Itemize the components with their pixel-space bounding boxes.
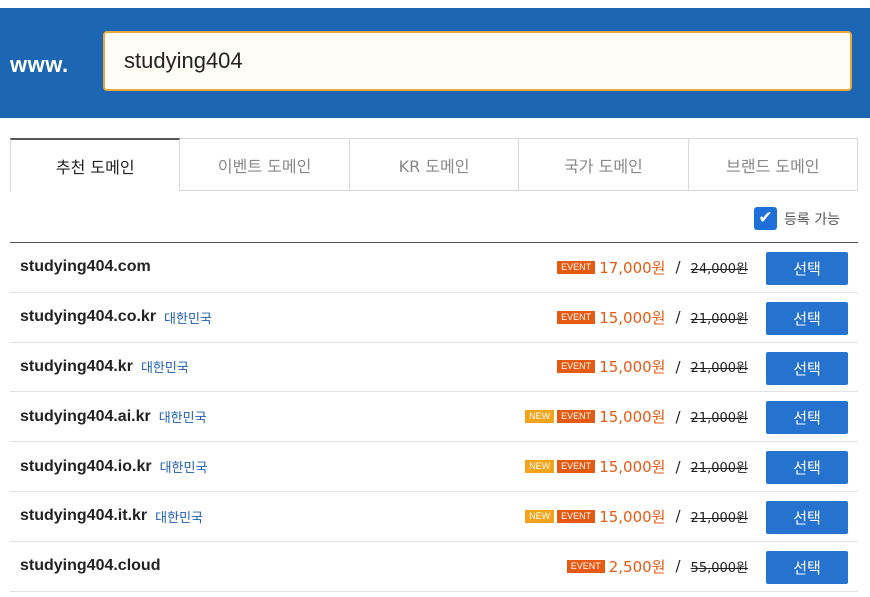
www-prefix: www. [10, 52, 69, 77]
price-separator: / [675, 258, 681, 277]
price-separator: / [675, 557, 681, 576]
available-label: 등록 가능 [784, 211, 840, 228]
original-price: 21,000원 [690, 311, 748, 327]
sale-price: 15,000원 [599, 507, 666, 526]
price-separator: / [675, 507, 681, 526]
select-button[interactable]: 선택 [766, 500, 848, 534]
price-info: NEW EVENT 15,000원 / 21,000원 [525, 392, 748, 441]
event-badge: EVENT [566, 559, 605, 573]
original-price: 21,000원 [690, 361, 748, 377]
tab-country[interactable]: 국가 도메인 [519, 138, 689, 191]
event-badge: EVENT [557, 410, 596, 424]
select-button[interactable]: 선택 [766, 301, 848, 335]
sale-price: 2,500원 [608, 557, 666, 576]
tab-kr[interactable]: KR 도메인 [349, 138, 520, 191]
event-badge: EVENT [557, 360, 596, 374]
event-badge: EVENT [557, 460, 596, 474]
original-price: 21,000원 [690, 411, 748, 427]
available-checkbox[interactable]: ✔ [754, 207, 777, 230]
price-separator: / [675, 308, 681, 327]
event-badge: EVENT [557, 260, 596, 274]
price-info: EVENT 17,000원 / 24,000원 [557, 243, 748, 292]
domain-row: studying404.cloud EVENT 2,500원 / 55,000원… [10, 542, 858, 592]
domain-name: studying404.it.kr [20, 507, 148, 525]
price-info: NEW EVENT 15,000원 / 21,000원 [525, 492, 748, 541]
price-separator: / [675, 357, 681, 376]
sale-price: 15,000원 [599, 458, 666, 477]
tab-brand[interactable]: 브랜드 도메인 [688, 138, 859, 191]
domain-name: studying404.co.kr [20, 308, 157, 326]
country-label: 대한민국 [155, 510, 203, 526]
country-label: 대한민국 [158, 411, 207, 427]
checkmark-icon: ✔ [758, 208, 773, 228]
domain-row: studying404.kr 대한민국 EVENT 15,000원 / 21,0… [10, 343, 858, 393]
country-label: 대한민국 [159, 461, 208, 477]
domain-row: studying404.io.kr 대한민국 NEW EVENT 15,000원… [10, 442, 858, 492]
domain-row: studying404.ai.kr 대한민국 NEW EVENT 15,000원… [10, 392, 858, 443]
domain-category-tabs: 추천 도메인 이벤트 도메인 KR 도메인 국가 도메인 브랜드 도메인 [10, 138, 859, 191]
original-price: 24,000원 [690, 261, 748, 277]
tab-event[interactable]: 이벤트 도메인 [180, 138, 350, 191]
price-info: EVENT 15,000원 / 21,000원 [557, 293, 748, 342]
select-button[interactable]: 선택 [766, 351, 848, 385]
search-header: www. [0, 8, 870, 118]
domain-name: studying404.cloud [20, 557, 161, 575]
domain-results-list: studying404.com EVENT 17,000원 / 24,000원 … [10, 242, 858, 592]
select-button[interactable]: 선택 [766, 252, 848, 285]
tab-recommended[interactable]: 추천 도메인 [10, 138, 181, 191]
domain-name: studying404.kr [20, 357, 133, 375]
country-label: 대한민국 [164, 311, 212, 327]
price-separator: / [675, 457, 681, 476]
select-button[interactable]: 선택 [766, 451, 848, 485]
select-button[interactable]: 선택 [766, 401, 848, 435]
new-badge: NEW [525, 410, 555, 424]
price-info: NEW EVENT 15,000원 / 21,000원 [525, 442, 748, 491]
top-strip [0, 0, 870, 8]
sale-price: 15,000원 [599, 408, 666, 427]
price-info: EVENT 15,000원 / 21,000원 [557, 343, 748, 392]
domain-row: studying404.it.kr 대한민국 NEW EVENT 15,000원… [10, 492, 858, 542]
select-button[interactable]: 선택 [766, 550, 848, 584]
original-price: 21,000원 [690, 461, 748, 477]
sale-price: 15,000원 [599, 358, 666, 377]
domain-name: studying404.ai.kr [20, 407, 151, 425]
available-filter[interactable]: ✔ 등록 가능 [754, 207, 840, 230]
new-badge: NEW [525, 460, 555, 474]
original-price: 21,000원 [690, 510, 748, 526]
domain-row: studying404.co.kr 대한민국 EVENT 15,000원 / 2… [10, 293, 858, 343]
sale-price: 15,000원 [599, 308, 666, 327]
original-price: 55,000원 [690, 560, 748, 576]
event-badge: EVENT [557, 310, 596, 324]
price-separator: / [675, 407, 681, 426]
domain-name: studying404.io.kr [20, 457, 152, 475]
country-label: 대한민국 [140, 361, 189, 377]
domain-row: studying404.com EVENT 17,000원 / 24,000원 … [10, 243, 858, 293]
event-badge: EVENT [557, 509, 596, 523]
domain-search-input[interactable] [103, 31, 852, 91]
sale-price: 17,000원 [599, 258, 666, 277]
new-badge: NEW [525, 509, 555, 523]
price-info: EVENT 2,500원 / 55,000원 [566, 542, 748, 591]
domain-name: studying404.com [20, 258, 151, 276]
